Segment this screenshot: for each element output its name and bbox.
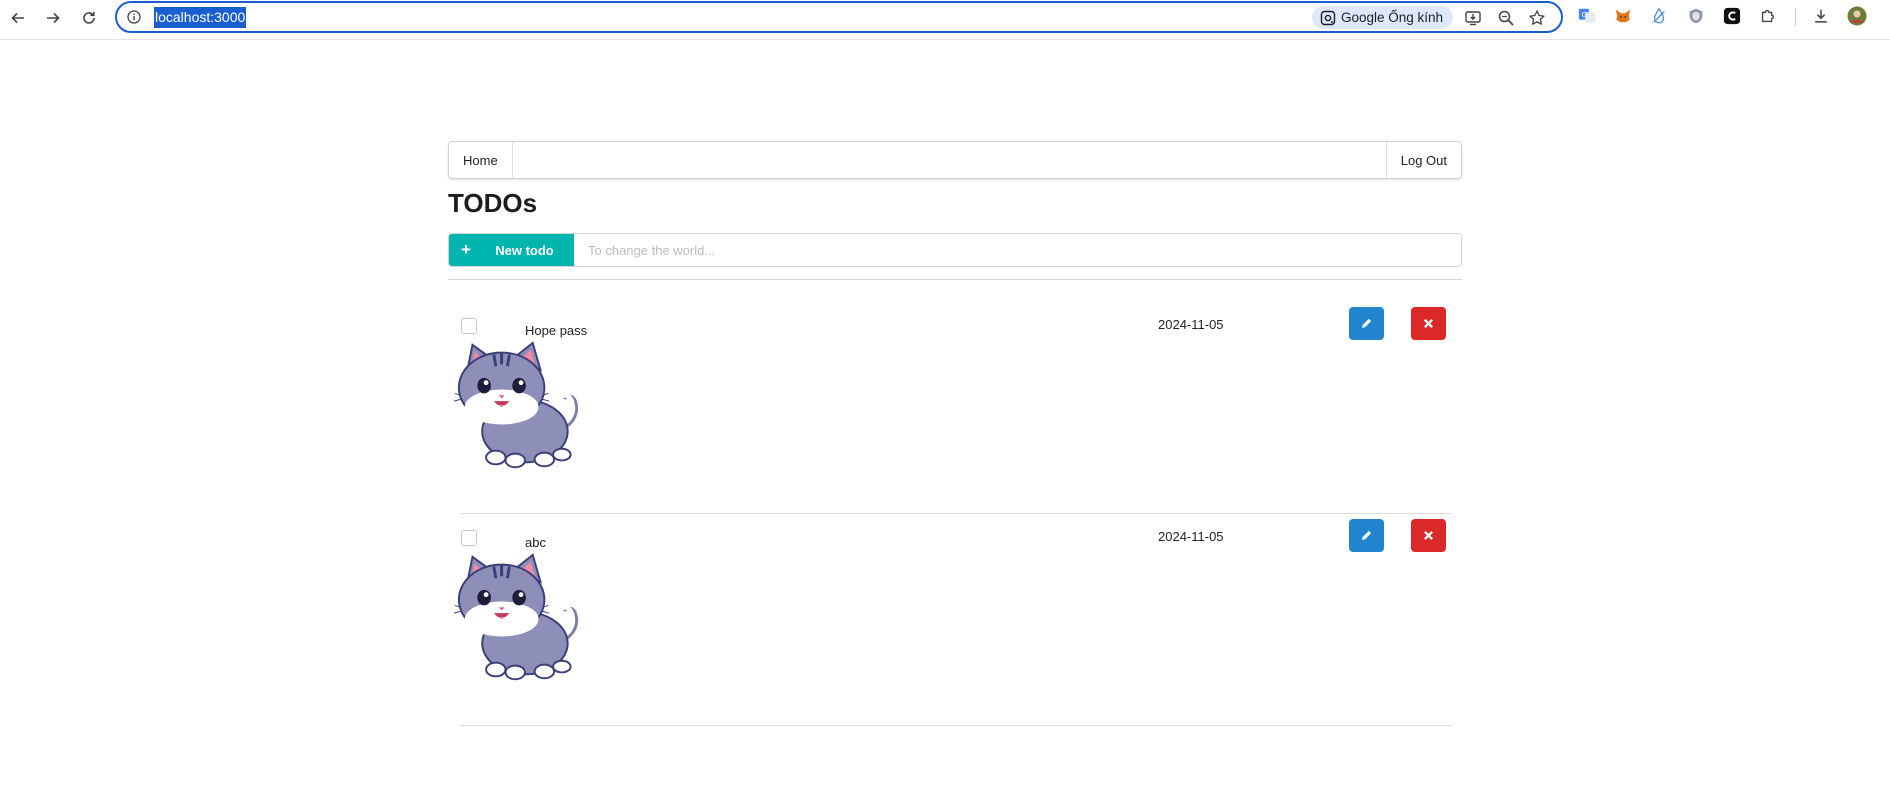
c-icon [1723, 7, 1741, 25]
nav-home-link[interactable]: Home [449, 142, 513, 178]
forward-button[interactable] [40, 5, 66, 31]
todo-checkbox[interactable] [461, 530, 477, 546]
site-info-icon[interactable] [127, 10, 141, 24]
shield-extension[interactable] [1686, 6, 1706, 26]
delete-button[interactable] [1411, 519, 1446, 552]
delete-button[interactable] [1411, 307, 1446, 340]
todo-date: 2024-11-05 [1158, 317, 1224, 332]
pencil-icon [1361, 318, 1372, 329]
puzzle-icon [1761, 9, 1775, 23]
page-title: TODOs [448, 188, 538, 218]
shield-icon [1689, 8, 1703, 24]
nav-logout-link[interactable]: Log Out [1385, 142, 1461, 178]
new-todo-button[interactable]: + New todo [449, 234, 574, 266]
browser-toolbar: localhost:3000 Google Ống kính G [0, 0, 1890, 40]
reload-icon [83, 11, 95, 24]
download-icon [1815, 9, 1827, 23]
todo-title: Hope pass [525, 323, 588, 338]
cat-image [454, 553, 579, 681]
drop-extension[interactable] [1649, 6, 1669, 26]
new-todo-button-label: New todo [495, 242, 554, 258]
c-extension[interactable] [1722, 6, 1742, 26]
toolbar-separator [1795, 8, 1796, 26]
downloads-button[interactable] [1811, 6, 1831, 26]
close-icon [1423, 530, 1434, 541]
todo-date: 2024-11-05 [1158, 529, 1224, 544]
menu-spacer [513, 142, 1386, 178]
svg-text:G: G [1582, 10, 1588, 19]
new-todo-form: + New todo [448, 233, 1462, 267]
top-menu: Home Log Out [448, 141, 1462, 179]
bookmark-star-icon[interactable] [1528, 9, 1546, 27]
lens-label: Google Ống kính [1341, 10, 1444, 25]
arrow-right-icon [47, 12, 60, 24]
fox-icon [1615, 9, 1631, 23]
todo-checkbox[interactable] [461, 318, 477, 334]
drop-icon [1653, 7, 1665, 24]
close-icon [1423, 318, 1434, 329]
new-todo-input[interactable] [574, 234, 1461, 266]
edit-button[interactable] [1349, 307, 1384, 340]
install-app-icon[interactable] [1464, 9, 1482, 27]
edit-button[interactable] [1349, 519, 1384, 552]
cat-image [454, 341, 579, 469]
pencil-icon [1361, 530, 1372, 541]
lens-icon [1320, 10, 1336, 25]
translate-icon: G [1578, 8, 1596, 24]
plus-icon: + [461, 240, 471, 259]
zoom-icon[interactable] [1497, 9, 1515, 27]
arrow-left-icon [11, 12, 24, 24]
reload-button[interactable] [76, 5, 102, 31]
extensions-button[interactable] [1758, 6, 1778, 26]
google-lens-chip[interactable]: Google Ống kính [1312, 6, 1454, 29]
address-url[interactable]: localhost:3000 [154, 7, 247, 28]
todo-item: Hope pass 2024-11-05 [454, 307, 1451, 514]
address-bar[interactable]: localhost:3000 Google Ống kính [115, 1, 1563, 33]
todo-item: abc 2024-11-05 [454, 519, 1451, 726]
back-button[interactable] [5, 5, 31, 31]
profile-avatar[interactable] [1847, 6, 1867, 26]
todo-title: abc [525, 535, 546, 550]
list-divider [448, 279, 1462, 280]
metamask-extension[interactable] [1613, 6, 1633, 26]
google-translate-extension[interactable]: G [1577, 6, 1597, 26]
avatar-icon [1847, 6, 1867, 26]
